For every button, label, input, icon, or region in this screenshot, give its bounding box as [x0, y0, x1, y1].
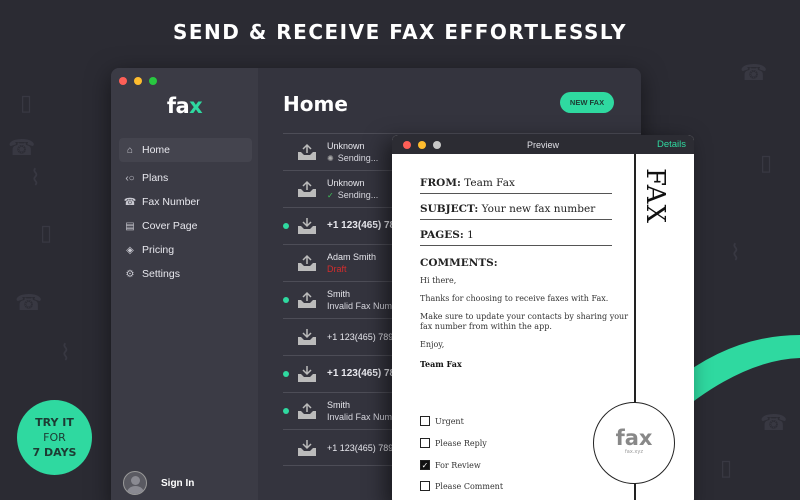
page-title: Home [283, 92, 348, 116]
fax-contact: Unknown [327, 177, 365, 188]
inbox-icon [298, 366, 316, 382]
paperclip-icon: ⌇ [60, 340, 71, 365]
preview-window: Preview Details FAX FROM: Team Fax SUBJE… [392, 135, 694, 500]
checkbox[interactable] [420, 438, 430, 448]
pages-field: PAGES: 1 [420, 229, 612, 246]
fax-stamp: fax fax.xyz [593, 402, 675, 484]
cover-side-title: FAX [640, 168, 670, 225]
fax-contact: +1 123(465) 789 [327, 442, 394, 453]
minimize-button[interactable] [134, 77, 142, 85]
sidebar-item-pricing[interactable]: ◈ Pricing [119, 238, 252, 262]
fax-machine-icon: ☎ [740, 60, 768, 85]
comment-line: Enjoy, [420, 340, 445, 349]
fax-contact: +1 123(465) 789 [327, 368, 401, 379]
fax-contact: Unknown [327, 140, 365, 151]
document-icon: ▯ [760, 150, 773, 175]
sidebar-item-plans[interactable]: ‹○ Plans [119, 166, 252, 190]
checkbox-for-review[interactable]: ✓ For Review [420, 460, 481, 470]
checkbox-please-reply[interactable]: Please Reply [420, 438, 487, 448]
subject-field: SUBJECT: Your new fax number [420, 203, 612, 220]
checkbox-please-comment[interactable]: Please Comment [420, 481, 503, 491]
checkbox[interactable] [420, 481, 430, 491]
fax-info: +1 123(465) 789 [327, 442, 393, 454]
headline: SEND & RECEIVE FAX EFFORTLESSLY [172, 20, 627, 44]
unread-dot [283, 371, 289, 377]
outbox-icon [298, 402, 316, 419]
document-icon: ▯ [720, 455, 733, 480]
unread-dot [283, 408, 289, 414]
fax-status: ✓ Sending... [327, 189, 379, 200]
from-field: FROM: Team Fax [420, 177, 612, 194]
fax-info: +1 123(465) 789 [327, 368, 401, 380]
comment-line: Thanks for choosing to receive faxes wit… [420, 294, 609, 303]
sidebar-item-home[interactable]: ⌂ Home [119, 138, 252, 162]
checkbox[interactable] [420, 416, 430, 426]
paperclip-icon: ⌇ [730, 240, 741, 265]
outbox-icon [298, 254, 316, 271]
fax-status: Draft [327, 264, 347, 274]
fax-status: ✺ Sending... [327, 152, 379, 163]
details-link[interactable]: Details [657, 139, 686, 150]
inbox-icon [298, 329, 316, 345]
document-icon: ▤ [125, 220, 135, 232]
comment-line: Hi there, [420, 276, 457, 285]
plans-icon: ‹○ [125, 172, 135, 184]
avatar-icon [123, 471, 147, 495]
fax-contact: +1 123(465) 789 [327, 332, 394, 342]
checkbox-checked[interactable]: ✓ [420, 460, 430, 470]
sidebar-nav: ⌂ Home ‹○ Plans ☎ Fax Number ▤ Cover Pag… [119, 138, 252, 286]
sign-in-button[interactable]: Sign In [123, 471, 194, 495]
gear-icon: ⚙ [125, 268, 135, 280]
inbox-icon [298, 218, 316, 234]
document-icon: ▯ [40, 220, 53, 245]
fax-machine-icon: ☎ [123, 196, 137, 208]
new-fax-button[interactable]: NEW FAX [560, 92, 614, 113]
sidebar-item-cover-page[interactable]: ▤ Cover Page [119, 214, 252, 238]
outbox-icon [298, 143, 316, 160]
unread-dot [283, 223, 289, 229]
unread-dot [283, 297, 289, 303]
home-icon: ⌂ [126, 144, 134, 156]
close-button[interactable] [119, 77, 127, 85]
outbox-icon [298, 180, 316, 197]
signature: Team Fax [420, 359, 462, 369]
app-logo: fax [166, 94, 203, 118]
sidebar-item-fax-number[interactable]: ☎ Fax Number [119, 190, 252, 214]
sidebar: fax ⌂ Home ‹○ Plans ☎ Fax Number ▤ Cover… [111, 68, 258, 500]
tag-icon: ◈ [126, 244, 134, 256]
preview-title: Preview [526, 139, 559, 150]
comment-line: Make sure to update your contacts by sha… [420, 312, 629, 331]
fax-machine-icon: ☎ [15, 290, 43, 315]
document-icon: ▯ [20, 90, 33, 115]
spinner-icon: ✺ [327, 153, 334, 163]
window-controls [119, 77, 157, 85]
inbox-icon [298, 439, 316, 456]
trial-badge: TRY IT FOR 7 DAYS [17, 400, 92, 475]
fax-info: +1 123(465) 789 [327, 331, 393, 343]
fax-info: Unknown ✓ Sending... [327, 177, 378, 202]
fax-machine-icon: ☎ [8, 135, 36, 160]
fax-info: Unknown ✺ Sending... [327, 140, 378, 165]
paperclip-icon: ⌇ [30, 165, 41, 190]
preview-titlebar: Preview Details [392, 135, 694, 154]
zoom-button[interactable] [149, 77, 157, 85]
fax-cover-page: FAX FROM: Team Fax SUBJECT: Your new fax… [392, 154, 694, 500]
check-icon: ✓ [327, 190, 334, 200]
outbox-icon [298, 291, 316, 308]
fax-info: +1 123(465) 789 [327, 220, 401, 232]
checkbox-urgent[interactable]: Urgent [420, 416, 464, 426]
fax-contact: Adam Smith [327, 252, 377, 262]
sidebar-item-settings[interactable]: ⚙ Settings [119, 262, 252, 286]
fax-info: Adam Smith Draft [327, 251, 376, 275]
comments-heading: COMMENTS: [420, 257, 498, 269]
fax-contact: +1 123(465) 789 [327, 220, 401, 231]
